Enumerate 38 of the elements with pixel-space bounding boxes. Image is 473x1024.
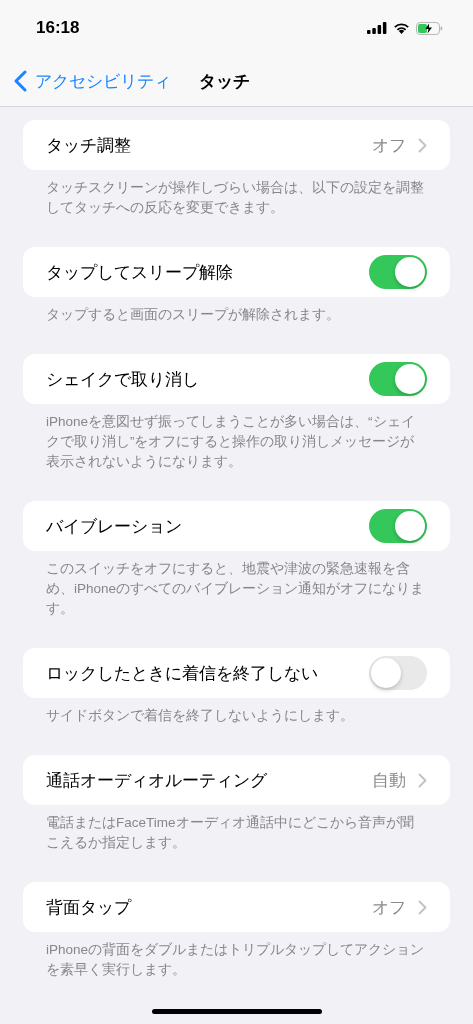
clock: 16:18 <box>36 18 80 38</box>
section-footer: iPhoneの背面をダブルまたはトリプルタップしてアクションを素早く実行します。 <box>23 932 450 980</box>
section-footer: タップすると画面のスリープが解除されます。 <box>23 297 450 325</box>
toggle-switch[interactable] <box>369 255 427 289</box>
section-footer: 電話またはFaceTimeオーディオ通話中にどこから音声が聞こえるか指定します。 <box>23 805 450 853</box>
back-icon <box>14 70 27 92</box>
row-label: バイブレーション <box>46 515 182 538</box>
section-footer: iPhoneを意図せず振ってしまうことが多い場合は、“シェイクで取り消し”をオフにすると操作の取り消しメッセージが表示されないようになります。 <box>23 404 450 472</box>
section-footer: サイドボタンで着信を終了しないようにします。 <box>23 698 450 726</box>
settings-row[interactable]: バイブレーション <box>23 501 450 551</box>
chevron-icon <box>418 772 427 788</box>
signal-icon <box>367 22 387 34</box>
settings-row[interactable]: 通話オーディオルーティング 自動 <box>23 755 450 805</box>
row-value: オフ <box>372 896 406 919</box>
battery-charging-icon <box>416 21 443 35</box>
row-label: シェイクで取り消し <box>46 368 199 391</box>
section-footer: このスイッチをオフにすると、地震や津波の緊急速報を含め、iPhoneのすべてのバイブレーション通知がオフになります。 <box>23 551 450 619</box>
chevron-icon <box>418 899 427 915</box>
row-label: タッチ調整 <box>46 134 131 157</box>
page-title: タッチ <box>199 70 250 93</box>
row-value: オフ <box>372 134 406 157</box>
settings-row[interactable]: シェイクで取り消し <box>23 354 450 404</box>
settings-row[interactable]: 背面タップ オフ <box>23 882 450 932</box>
row-label: タップしてスリープ解除 <box>46 261 233 284</box>
toggle-switch[interactable] <box>369 656 427 690</box>
back-button[interactable]: アクセシビリティ <box>14 69 171 93</box>
row-label: 背面タップ <box>46 896 131 919</box>
chevron-icon <box>418 137 427 153</box>
toggle-switch[interactable] <box>369 509 427 543</box>
settings-row[interactable]: ロックしたときに着信を終了しない <box>23 648 450 698</box>
settings-row[interactable]: タッチ調整 オフ <box>23 120 450 170</box>
settings-row[interactable]: タップしてスリープ解除 <box>23 247 450 297</box>
row-label: 通話オーディオルーティング <box>46 769 267 792</box>
row-label: ロックしたときに着信を終了しない <box>46 662 318 685</box>
wifi-icon <box>393 22 410 34</box>
row-value: 自動 <box>372 769 406 792</box>
toggle-switch[interactable] <box>369 362 427 396</box>
section-footer: タッチスクリーンが操作しづらい場合は、以下の設定を調整してタッチへの反応を変更できます。 <box>23 170 450 218</box>
